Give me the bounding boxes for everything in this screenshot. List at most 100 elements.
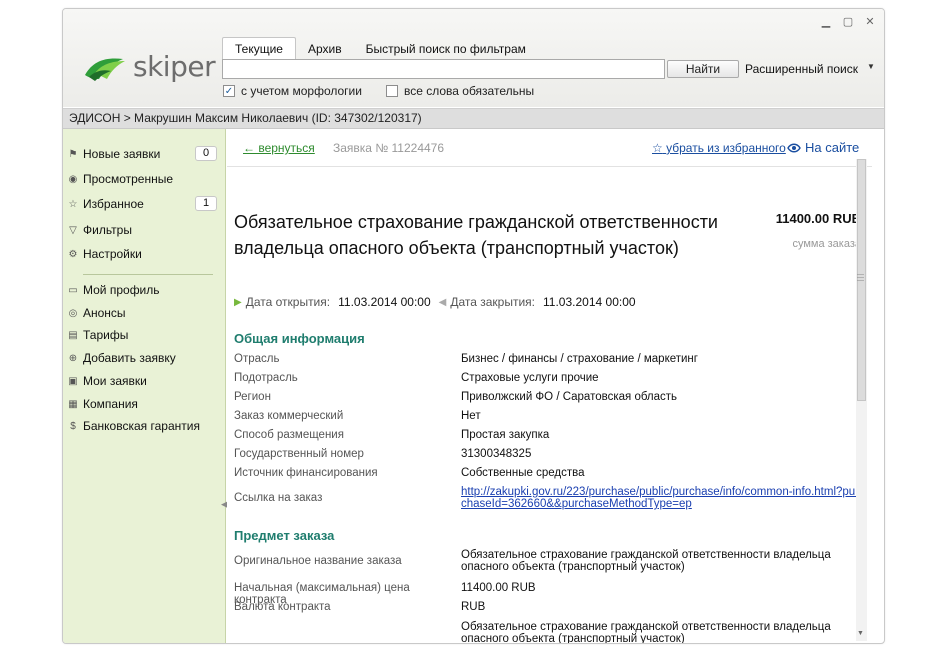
sidebar-item-label: Тарифы (83, 328, 129, 342)
scrollbar[interactable]: — — — ▼ (856, 159, 867, 641)
sidebar-item-announcements[interactable]: ◎ Анонсы (67, 304, 217, 322)
info-label: Отрасль (234, 353, 280, 365)
info-value: Приволжский ФО / Саратовская область (461, 391, 678, 403)
sidebar-divider (83, 274, 213, 275)
search-input[interactable] (222, 59, 665, 79)
info-value: Бизнес / финансы / страхование / маркети… (461, 353, 698, 365)
info-value: Нет (461, 410, 481, 422)
header: ▁ ▢ ✕ skiper Текущие Архив Быстрый поиск… (63, 9, 884, 107)
remove-favorite-label: убрать из избранного (666, 141, 786, 155)
all-words-label: все слова обязательны (403, 84, 535, 98)
close-icon[interactable]: ✕ (864, 15, 876, 28)
morphology-option[interactable]: ✓ с учетом морфологии (223, 84, 362, 98)
tab-current[interactable]: Текущие (222, 37, 296, 60)
count-badge: 0 (195, 146, 217, 161)
sidebar-item-label: Добавить заявку (83, 351, 176, 365)
tab-bar: Текущие Архив Быстрый поиск по фильтрам (222, 37, 538, 60)
sidebar-item-filters[interactable]: ▽ Фильтры (67, 221, 217, 239)
window-controls: ▁ ▢ ✕ (820, 15, 876, 28)
star-icon: ☆ (68, 198, 78, 210)
chevron-down-icon[interactable]: ▼ (867, 62, 875, 71)
sidebar-item-company[interactable]: ▦ Компания (67, 395, 217, 413)
info-value: Собственные средства (461, 467, 585, 479)
briefcase-icon: ▭ (68, 284, 78, 296)
tab-archive[interactable]: Архив (296, 38, 354, 60)
order-link[interactable]: http://zakupki.gov.ru/223/purchase/publi… (461, 486, 859, 510)
sidebar-item-label: Анонсы (83, 306, 126, 320)
order-amount-label: сумма заказа (792, 238, 861, 250)
sidebar-item-label: Мои заявки (83, 374, 147, 388)
morphology-checkbox[interactable]: ✓ (223, 85, 235, 97)
info-label: Валюта контракта (234, 601, 331, 613)
all-words-option[interactable]: все слова обязательны (385, 84, 535, 98)
filter-icon: ▽ (69, 224, 77, 236)
info-label: Заказ коммерческий (234, 410, 344, 422)
remove-favorite-link[interactable]: ☆ убрать из избранного (652, 141, 786, 155)
breadcrumb: ЭДИСОН > Макрушин Максим Николаевич (ID:… (63, 108, 884, 129)
order-amount: 11400.00 RUB (775, 211, 861, 226)
skiper-logo-icon (85, 58, 125, 81)
info-label: Государственный номер (234, 448, 364, 460)
flag-icon: ⚑ (68, 148, 78, 160)
search-row: Найти Расширенный поиск ▼ (222, 59, 875, 81)
folder-icon: ▣ (68, 375, 78, 387)
close-date: 11.03.2014 00:00 (543, 295, 636, 309)
general-info-heading: Общая информация (234, 331, 365, 346)
sidebar-item-viewed[interactable]: ◉ Просмотренные (67, 170, 217, 188)
sidebar-item-bank-guarantee[interactable]: $ Банковская гарантия (67, 417, 217, 435)
info-value: Простая закупка (461, 429, 550, 441)
sidebar-item-label: Просмотренные (83, 172, 174, 186)
grip-icon: — — — (857, 271, 864, 284)
close-date-label: Дата закрытия: (450, 295, 536, 309)
eye-icon (787, 143, 801, 152)
sidebar-item-new-requests[interactable]: ⚑ Новые заявки 0 (67, 145, 217, 163)
eye-icon: ◉ (68, 173, 78, 185)
info-value: RUB (461, 601, 486, 613)
sidebar-item-settings[interactable]: ⚙ Настройки (67, 245, 217, 263)
info-value: Обязательное страхование гражданской отв… (461, 621, 831, 644)
sidebar-item-label: Мой профиль (83, 283, 160, 297)
find-button[interactable]: Найти (667, 60, 739, 78)
open-date-label: Дата открытия: (245, 295, 331, 309)
tab-quick-filter-search[interactable]: Быстрый поиск по фильтрам (354, 38, 538, 60)
logo: skiper (83, 49, 216, 83)
sidebar: ⚑ Новые заявки 0 ◉ Просмотренные ☆ Избра… (63, 129, 228, 643)
info-value: 31300348325 (461, 448, 532, 460)
on-site-link[interactable]: На сайте (787, 140, 859, 155)
sidebar-item-label: Банковская гарантия (83, 419, 200, 433)
request-number: Заявка № 11224476 (333, 141, 445, 155)
back-triangle-icon: ◀ (438, 296, 447, 308)
count-badge: 1 (195, 196, 217, 211)
play-icon: ▶ (234, 296, 242, 308)
info-label: Способ размещения (234, 429, 344, 441)
sidebar-item-my-requests[interactable]: ▣ Мои заявки (67, 372, 217, 390)
sidebar-item-label: Избранное (83, 197, 144, 211)
chevron-down-icon[interactable]: ▼ (857, 630, 864, 637)
info-value: Обязательное страхование гражданской отв… (461, 549, 831, 573)
sidebar-item-add-request[interactable]: ⊕ Добавить заявку (67, 349, 217, 367)
maximize-icon[interactable]: ▢ (842, 15, 854, 28)
open-date: 11.03.2014 00:00 (338, 295, 431, 309)
info-label: Ссылка на заказ (234, 492, 323, 504)
morphology-label: с учетом морфологии (241, 84, 362, 98)
company-icon: ▦ (68, 398, 78, 410)
announce-icon: ◎ (68, 307, 78, 319)
sidebar-item-my-profile[interactable]: ▭ Мой профиль (67, 281, 217, 299)
sidebar-item-label: Фильтры (83, 223, 132, 237)
search-options: ✓ с учетом морфологии все слова обязател… (223, 84, 558, 98)
dollar-icon: $ (70, 420, 76, 432)
all-words-checkbox[interactable] (385, 85, 398, 97)
add-document-icon: ⊕ (68, 352, 78, 364)
advanced-search-button[interactable]: Расширенный поиск (745, 62, 858, 76)
on-site-label: На сайте (805, 140, 860, 155)
back-link[interactable]: ← вернуться (243, 141, 315, 155)
sidebar-item-label: Настройки (83, 247, 142, 261)
info-label: Подотрасль (234, 372, 298, 384)
minimize-icon[interactable]: ▁ (820, 15, 832, 28)
logo-text: skiper (133, 49, 216, 83)
info-label: Источник финансирования (234, 467, 378, 479)
sidebar-item-favorites[interactable]: ☆ Избранное 1 (67, 195, 217, 213)
star-icon: ☆ (652, 141, 663, 155)
sidebar-item-tariffs[interactable]: ▤ Тарифы (67, 326, 217, 344)
request-toolbar: ← вернуться Заявка № 11224476 ☆ убрать и… (227, 129, 872, 167)
